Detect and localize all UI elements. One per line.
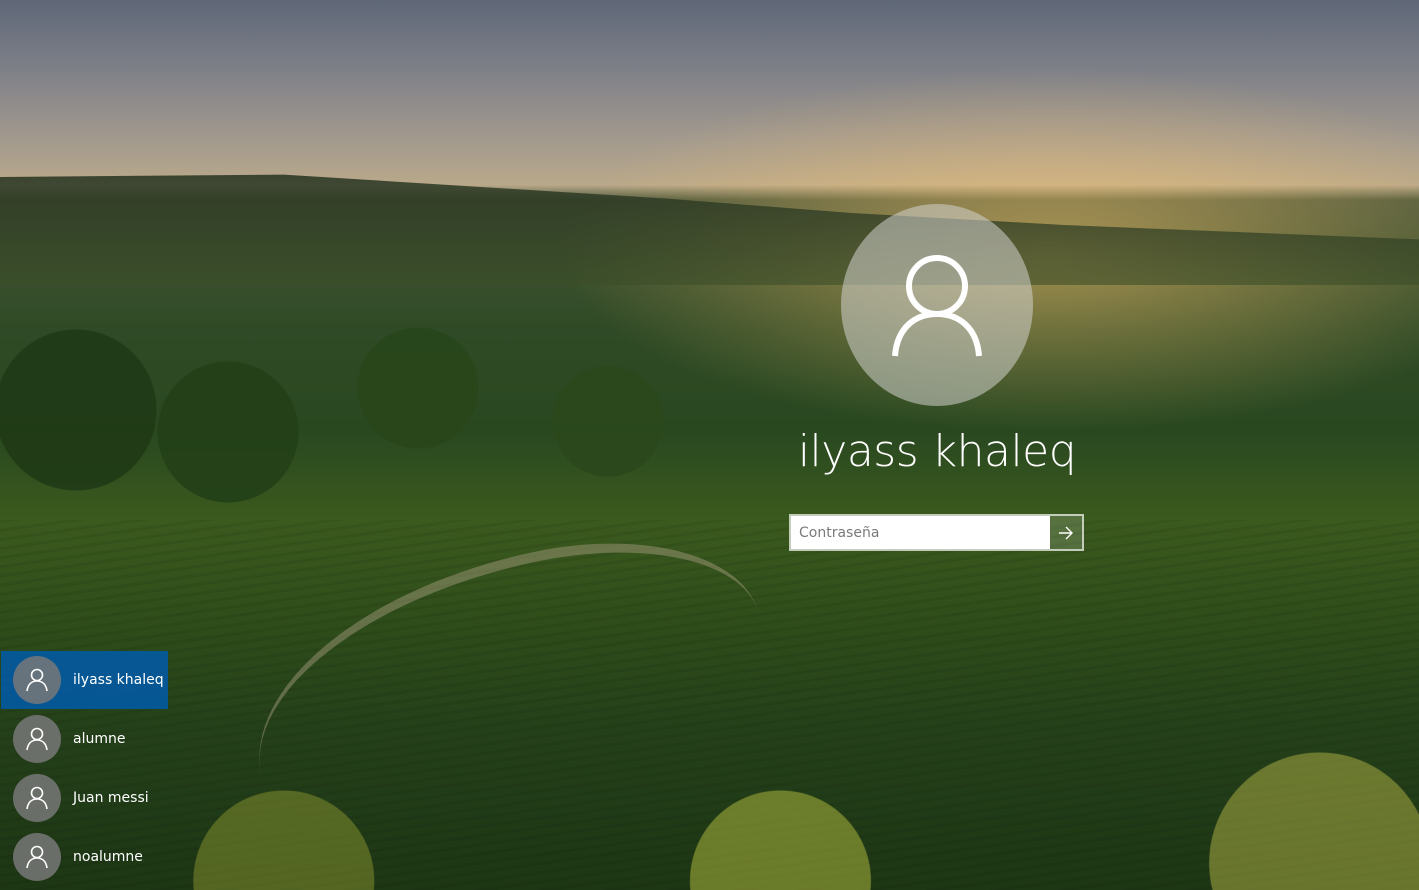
avatar xyxy=(13,715,61,763)
username-label: ilyass khaleq xyxy=(797,426,1077,477)
user-list-item-label: noalumne xyxy=(73,849,143,865)
user-avatar-large xyxy=(841,204,1033,406)
user-list-item-label: ilyass khaleq xyxy=(73,672,164,688)
submit-button[interactable] xyxy=(1050,516,1082,549)
password-input[interactable] xyxy=(791,516,1050,549)
user-icon xyxy=(892,255,982,357)
user-icon xyxy=(26,727,48,751)
user-list-item[interactable]: noalumne xyxy=(1,828,168,886)
background-hills xyxy=(0,174,1419,285)
user-icon xyxy=(26,668,48,692)
user-list-item-label: alumne xyxy=(73,731,126,747)
avatar xyxy=(13,656,61,704)
background-trees xyxy=(0,300,760,520)
user-icon xyxy=(26,786,48,810)
user-icon xyxy=(26,845,48,869)
password-box xyxy=(789,514,1084,551)
user-list-item[interactable]: Juan messi xyxy=(1,769,168,827)
user-list-item-label: Juan messi xyxy=(73,790,149,806)
avatar xyxy=(13,774,61,822)
user-list-item[interactable]: ilyass khaleq xyxy=(1,651,168,709)
avatar xyxy=(13,833,61,881)
background-foreground-vines xyxy=(0,710,1419,890)
user-list-item[interactable]: alumne xyxy=(1,710,168,768)
user-switcher-list: ilyass khaleq alumne Juan messi noalumne xyxy=(1,651,168,887)
arrow-right-icon xyxy=(1059,526,1073,539)
